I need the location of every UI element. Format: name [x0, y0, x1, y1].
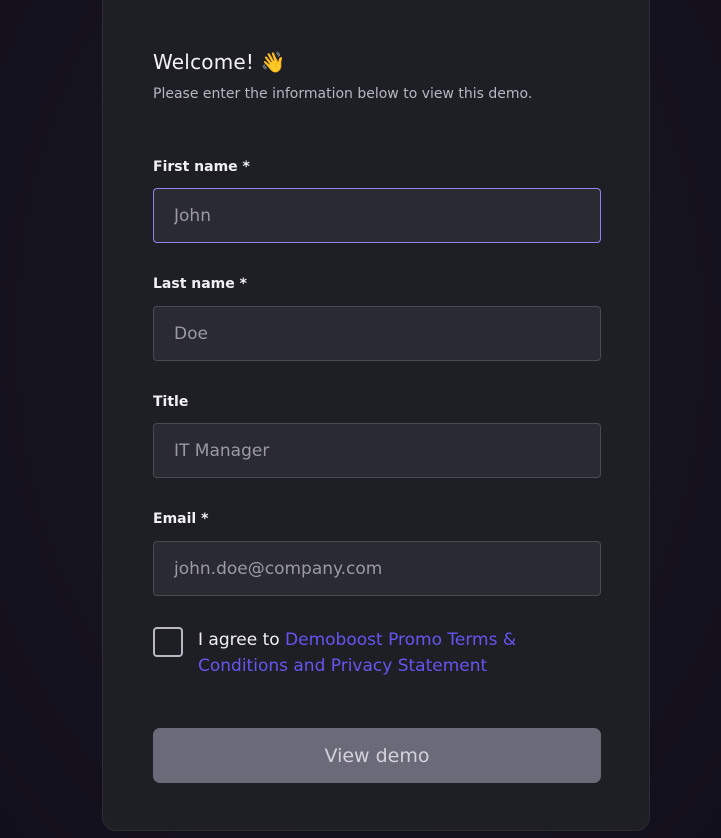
agree-prefix: I agree to: [198, 630, 286, 650]
agree-text: I agree to Demoboost Promo Terms & Condi…: [198, 627, 558, 679]
demo-form-card: Welcome! 👋 Please enter the information …: [102, 0, 650, 831]
email-field[interactable]: [153, 541, 601, 596]
last-name-field[interactable]: [153, 306, 601, 361]
first-name-field[interactable]: [153, 188, 601, 243]
first-name-input[interactable]: [172, 204, 582, 227]
first-name-label: First name *: [153, 159, 250, 175]
view-demo-button[interactable]: View demo: [153, 728, 601, 783]
title-input[interactable]: [172, 439, 582, 462]
welcome-text: Welcome!: [153, 50, 255, 74]
title-field[interactable]: [153, 423, 601, 478]
form-subtitle: Please enter the information below to vi…: [153, 86, 533, 102]
last-name-input[interactable]: [172, 322, 582, 345]
welcome-heading: Welcome! 👋: [153, 50, 286, 74]
agree-checkbox[interactable]: [153, 627, 183, 657]
email-label: Email *: [153, 511, 209, 527]
waving-hand-icon: 👋: [260, 50, 286, 74]
email-input[interactable]: [172, 557, 582, 580]
last-name-label: Last name *: [153, 276, 247, 292]
title-label: Title: [153, 394, 189, 410]
